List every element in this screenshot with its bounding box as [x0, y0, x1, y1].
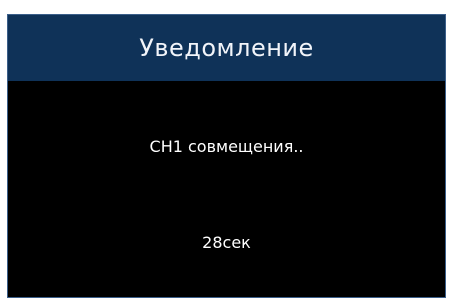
status-message: CH1 совмещения.. [149, 137, 304, 156]
notification-dialog: Уведомление CH1 совмещения.. 28сек [7, 14, 446, 298]
dialog-title: Уведомление [8, 15, 445, 81]
countdown-timer: 28сек [202, 233, 251, 252]
